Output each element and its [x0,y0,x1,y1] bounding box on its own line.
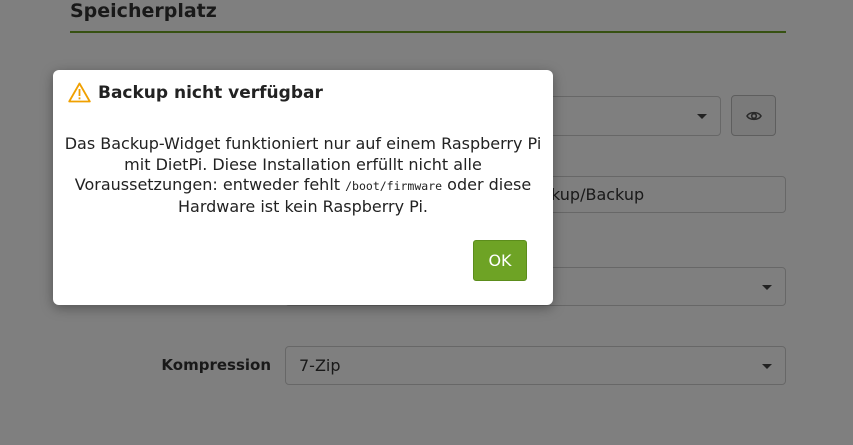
warning-icon [68,82,91,103]
ok-button[interactable]: OK [473,240,527,281]
dialog-title: Backup nicht verfügbar [98,82,323,103]
backup-unavailable-dialog: Backup nicht verfügbar Das Backup-Widget… [53,70,553,305]
dialog-message: Das Backup-Widget funktioniert nur auf e… [63,134,543,217]
dialog-header: Backup nicht verfügbar [68,82,323,103]
firmware-path-code: /boot/firmware [345,179,443,193]
